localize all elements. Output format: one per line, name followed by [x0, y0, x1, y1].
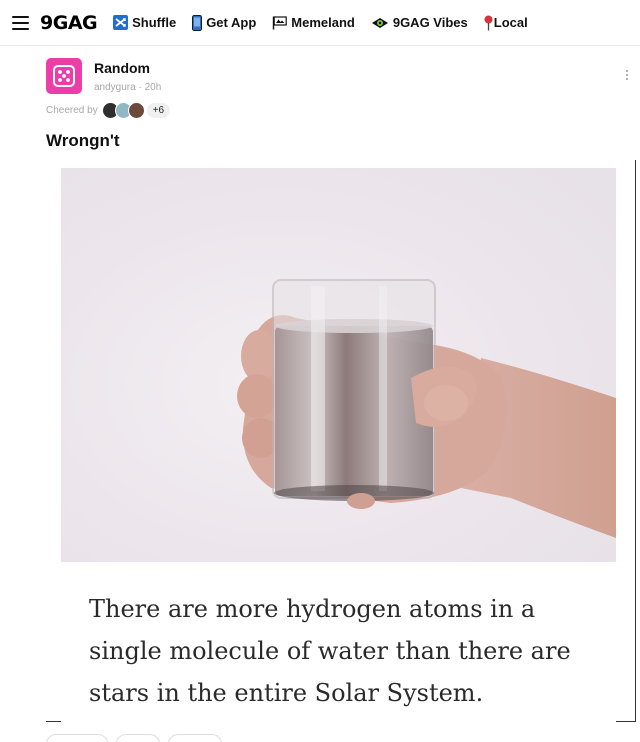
nav-label: Local [493, 15, 528, 30]
avatar [127, 101, 145, 119]
post-header: Random andygura · 20h [46, 58, 636, 98]
author-line: andygura · 20h [94, 82, 162, 93]
nav-item-9gag-vibes[interactable]: 9GAG Vibes [371, 15, 468, 30]
upvote-button[interactable] [46, 734, 108, 742]
shuffle-icon [113, 15, 129, 30]
post-actions [46, 734, 222, 742]
more-options-icon[interactable] [626, 70, 630, 80]
post-photo [61, 168, 616, 562]
logo[interactable]: 9GAG [40, 12, 98, 34]
caption-box: There are more hydrogen atoms in a singl… [61, 562, 616, 722]
section-name[interactable]: Random [94, 60, 150, 76]
cheer-avatars[interactable] [101, 101, 145, 119]
top-nav: 9GAG Shuffle Get App Memeland 9GAG Vibes… [0, 0, 640, 46]
phone-icon [192, 14, 203, 31]
author-name[interactable]: andygura [94, 82, 136, 93]
nav-item-local[interactable]: Local [484, 15, 528, 31]
post-title[interactable]: Wrongn't [46, 131, 120, 151]
comment-button[interactable] [168, 734, 222, 742]
vibes-icon [371, 17, 389, 29]
downvote-button[interactable] [116, 734, 160, 742]
cheer-count[interactable]: +6 [146, 102, 171, 118]
dice-icon [53, 65, 75, 87]
flag-icon [272, 15, 288, 30]
section-avatar[interactable] [46, 58, 82, 94]
nav-item-get-app[interactable]: Get App [192, 14, 257, 31]
nav-item-memeland[interactable]: Memeland [272, 15, 355, 30]
post-caption: There are more hydrogen atoms in a singl… [89, 595, 571, 707]
post-age: 20h [144, 82, 162, 93]
nav-label: Shuffle [132, 15, 177, 30]
cheered-by-label: Cheered by [46, 104, 98, 116]
pin-icon [484, 15, 493, 31]
cheer-row: Cheered by +6 [46, 100, 171, 120]
nav-label: Memeland [291, 15, 355, 30]
menu-icon[interactable] [0, 0, 40, 46]
nav-label: 9GAG Vibes [392, 15, 468, 30]
post-media[interactable]: There are more hydrogen atoms in a singl… [46, 160, 636, 722]
nav-label: Get App [206, 15, 257, 30]
nav-item-shuffle[interactable]: Shuffle [113, 15, 176, 30]
